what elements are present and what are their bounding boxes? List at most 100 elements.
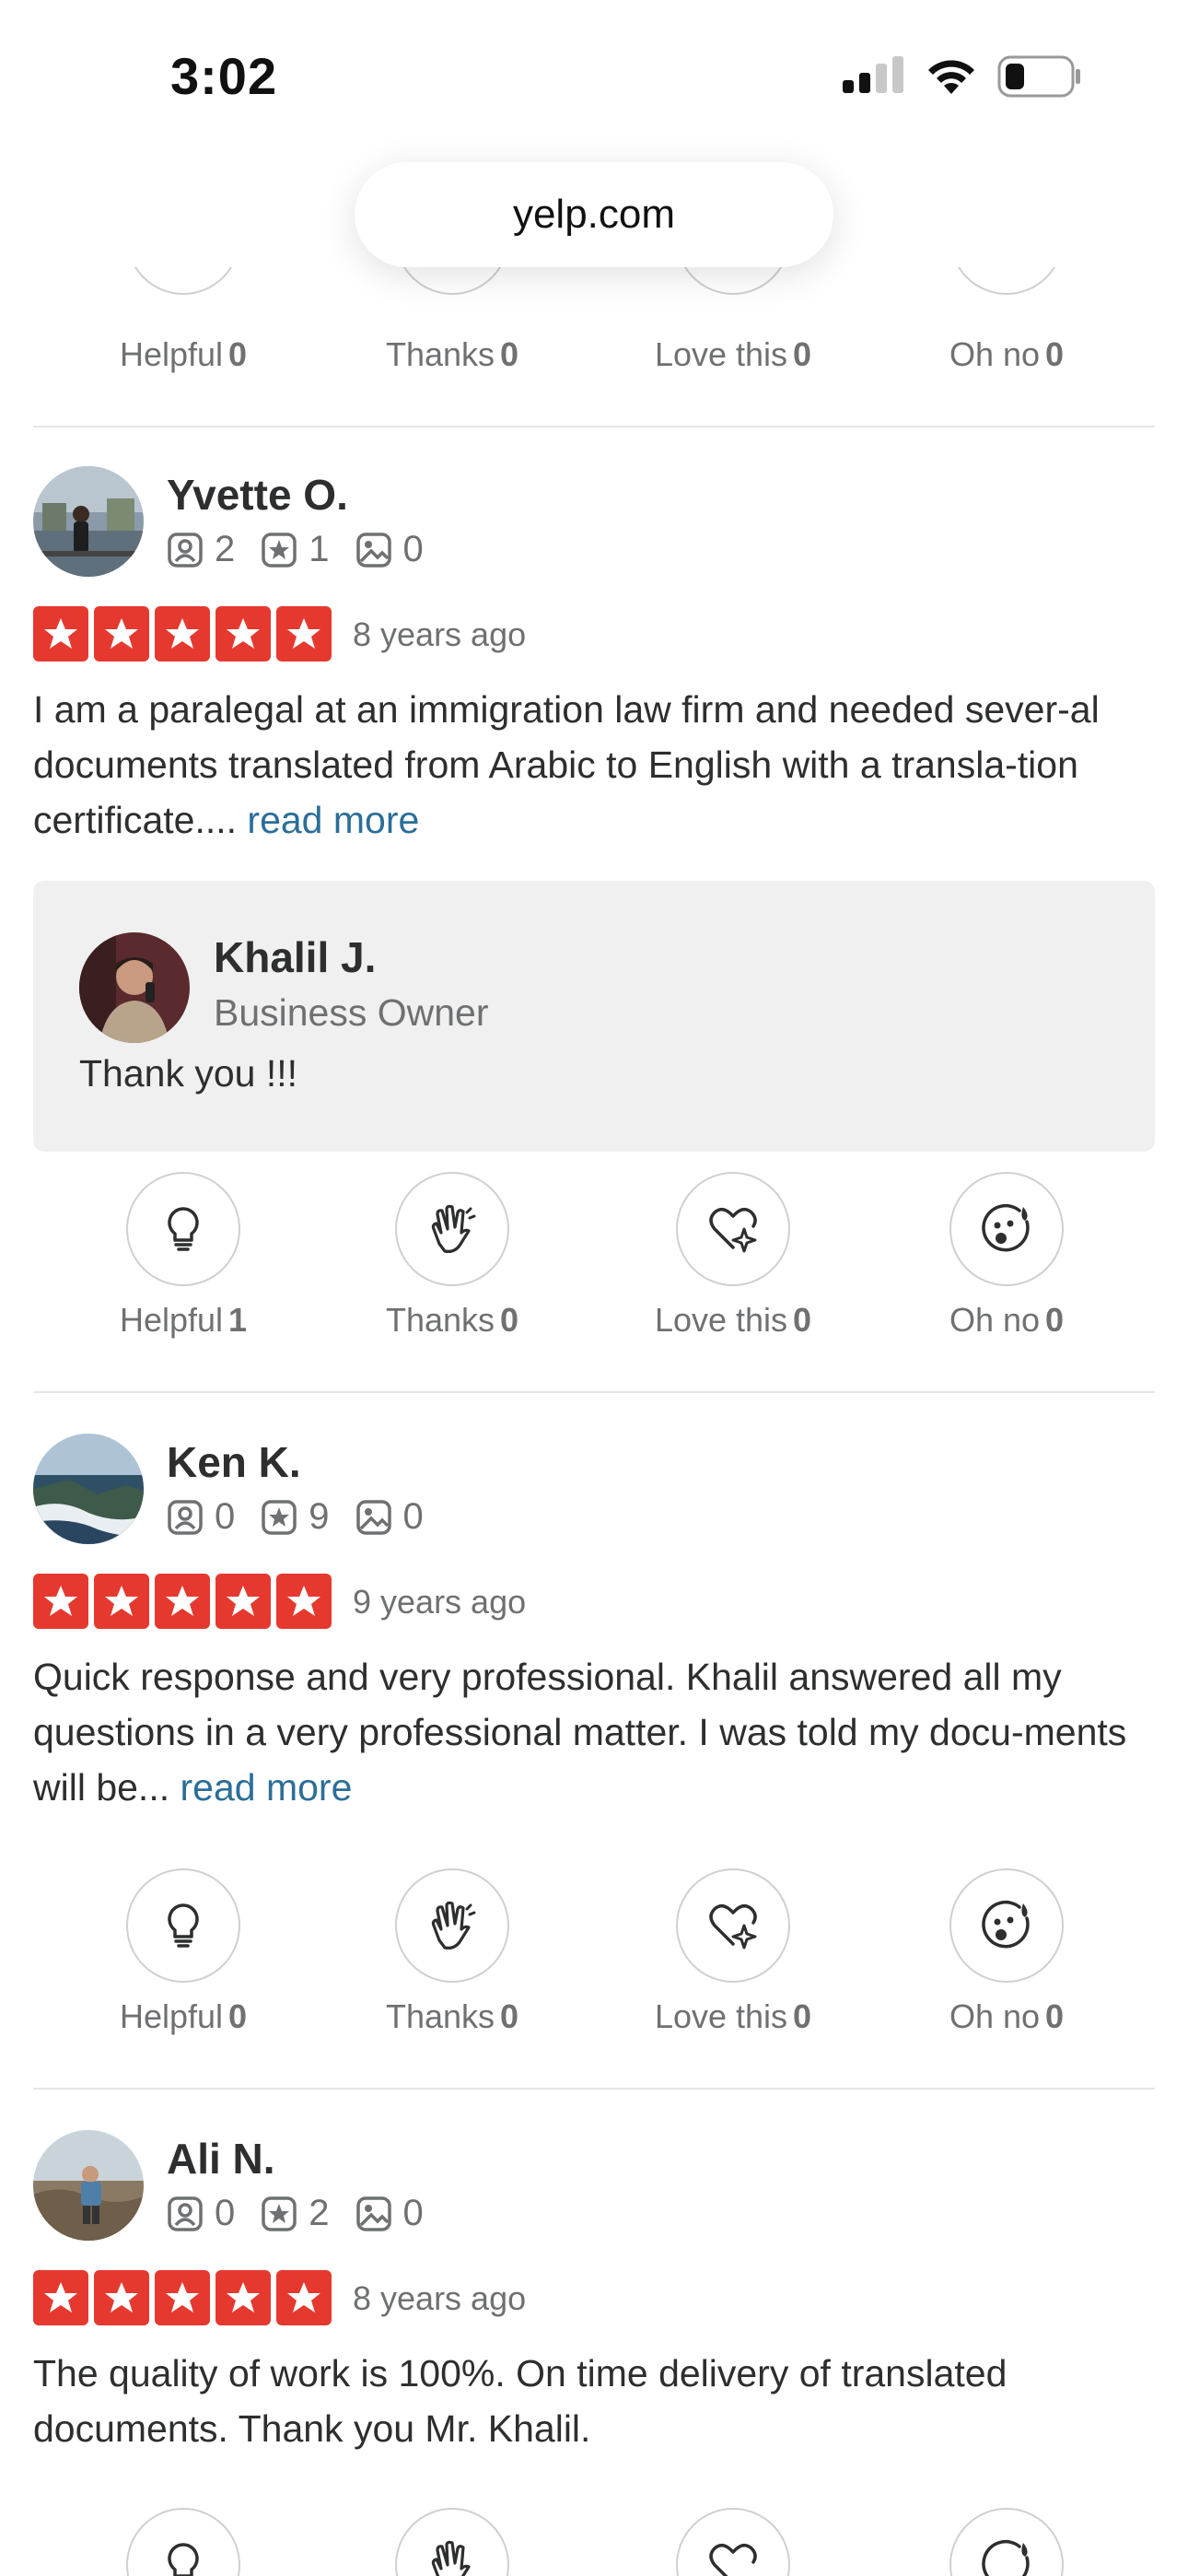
ohno-count: 0 (1045, 335, 1065, 373)
reviewer-name[interactable]: Yvette O. (167, 470, 348, 520)
star-icon (155, 606, 210, 662)
love-count: 0 (793, 1301, 812, 1339)
star-icon (155, 2270, 210, 2325)
avatar[interactable] (33, 1434, 144, 1544)
surprised-face-icon (982, 1203, 1030, 1252)
status-icons (843, 55, 1082, 98)
review-text: Quick response and very professional. Kh… (33, 1649, 1155, 1815)
thanks-reaction[interactable]: Thanks 0 (342, 1868, 563, 2036)
helpful-label: Helpful (119, 1997, 224, 2035)
love-reaction[interactable] (623, 2508, 844, 2576)
heart-sparkle-icon (709, 2544, 757, 2576)
friends-icon (168, 1499, 203, 1535)
helpful-reaction[interactable]: Helpful 0 (73, 1868, 294, 2036)
ohno-button[interactable] (949, 1172, 1064, 1286)
lightbulb-icon (168, 1207, 199, 1251)
ohno-button[interactable] (949, 2508, 1064, 2576)
ohno-button[interactable] (949, 1868, 1064, 1983)
helpful-button[interactable] (126, 2508, 240, 2576)
divider (33, 426, 1155, 427)
review-card: Ali N. 0 2 0 8 years ago The quality of … (33, 2130, 1155, 2480)
thanks-count: 0 (500, 1997, 519, 2035)
status-bar: 3:02 (0, 0, 1188, 157)
helpful-label: Helpful (119, 1301, 224, 1339)
star-icon (155, 1574, 210, 1629)
love-reaction[interactable]: Love this 0 (623, 1172, 844, 1340)
helpful-reaction[interactable] (73, 2508, 294, 2576)
reactions-row: Helpful 1 Thanks 0 Love this 0 Oh no 0 (33, 1172, 1155, 1339)
love-button[interactable] (676, 1172, 790, 1286)
thanks-count: 0 (500, 1301, 519, 1339)
friends-count: 2 (215, 529, 236, 569)
star-icon (276, 2270, 332, 2325)
heart-sparkle-icon (709, 1208, 757, 1253)
thanks-label: Thanks (385, 1301, 495, 1339)
reviews-icon (262, 1499, 297, 1535)
wifi-icon (928, 60, 974, 94)
friends-count: 0 (215, 1496, 236, 1537)
star-icon (33, 606, 88, 662)
thanks-label: Thanks (385, 335, 495, 373)
helpful-button[interactable] (126, 1172, 240, 1286)
reviewer-stats: 0 9 0 (167, 1496, 438, 1538)
helpful-reaction[interactable]: Helpful 1 (73, 1172, 294, 1340)
helpful-count: 0 (228, 1997, 248, 2035)
review-body: I am a paralegal at an immigration law f… (33, 688, 1100, 841)
review-text: I am a paralegal at an immigration law f… (33, 682, 1155, 848)
reviewer-stats: 0 2 0 (167, 2193, 438, 2234)
ohno-reaction[interactable]: Oh no 0 (896, 1172, 1117, 1340)
review-date: 9 years ago (353, 1583, 527, 1621)
star-icon (215, 606, 271, 662)
owner-reply: Khalil J. Business Owner Thank you !!! (33, 881, 1155, 1152)
avatar[interactable] (33, 466, 144, 577)
read-more-link[interactable]: read more (247, 799, 419, 841)
partial-reaction-buttons (33, 267, 1155, 322)
thanks-button[interactable] (395, 1172, 509, 1286)
thanks-button[interactable] (395, 267, 509, 295)
ohno-reaction[interactable] (896, 2508, 1117, 2576)
photos-count: 0 (402, 2193, 424, 2233)
love-label: Love this (654, 335, 788, 373)
reviews-count: 2 (309, 2193, 330, 2233)
love-reaction[interactable]: Love this 0 (623, 1868, 844, 2036)
read-more-link[interactable]: read more (181, 1766, 353, 1809)
photos-icon (355, 1499, 391, 1535)
love-button[interactable] (676, 1868, 790, 1983)
thanks-reaction[interactable] (342, 2508, 563, 2576)
thanks-button[interactable] (395, 1868, 509, 1983)
love-button[interactable] (676, 267, 790, 295)
reviewer-name[interactable]: Ali N. (167, 2134, 275, 2184)
ohno-button[interactable] (949, 267, 1064, 295)
helpful-button[interactable] (126, 1868, 240, 1983)
photos-icon (355, 532, 391, 568)
ohno-reaction[interactable]: Oh no 0 (896, 1868, 1117, 2036)
owner-avatar[interactable] (79, 932, 190, 1043)
reviewer-name[interactable]: Ken K. (167, 1437, 301, 1487)
thanks-reaction[interactable]: Thanks 0 (342, 1172, 563, 1340)
love-button[interactable] (676, 2508, 790, 2576)
star-icon (215, 1574, 271, 1629)
star-icon (94, 2270, 149, 2325)
star-icon (94, 1574, 149, 1629)
review-text: The quality of work is 100%. On time del… (33, 2346, 1155, 2456)
reactions-row (33, 2508, 1155, 2576)
review-date: 8 years ago (353, 2279, 527, 2317)
lightbulb-icon (168, 2543, 199, 2576)
lightbulb-icon (168, 1903, 199, 1948)
love-label: Love this (654, 1997, 788, 2035)
star-rating (33, 606, 332, 662)
ohno-count: 0 (1045, 1301, 1065, 1339)
helpful-button[interactable] (126, 267, 240, 295)
love-count: 0 (793, 335, 812, 373)
reviews-icon (262, 2195, 297, 2231)
clapping-hands-icon (431, 1204, 476, 1253)
owner-name[interactable]: Khalil J. (214, 932, 376, 982)
reviews-count: 1 (309, 529, 330, 569)
url-bar[interactable]: yelp.com (355, 162, 833, 267)
battery-icon (997, 55, 1080, 98)
thanks-button[interactable] (395, 2508, 509, 2576)
star-icon (276, 1574, 332, 1629)
thanks-label: Thanks (385, 1997, 495, 2035)
avatar[interactable] (33, 2130, 144, 2241)
ohno-label: Oh no (949, 1301, 1041, 1339)
